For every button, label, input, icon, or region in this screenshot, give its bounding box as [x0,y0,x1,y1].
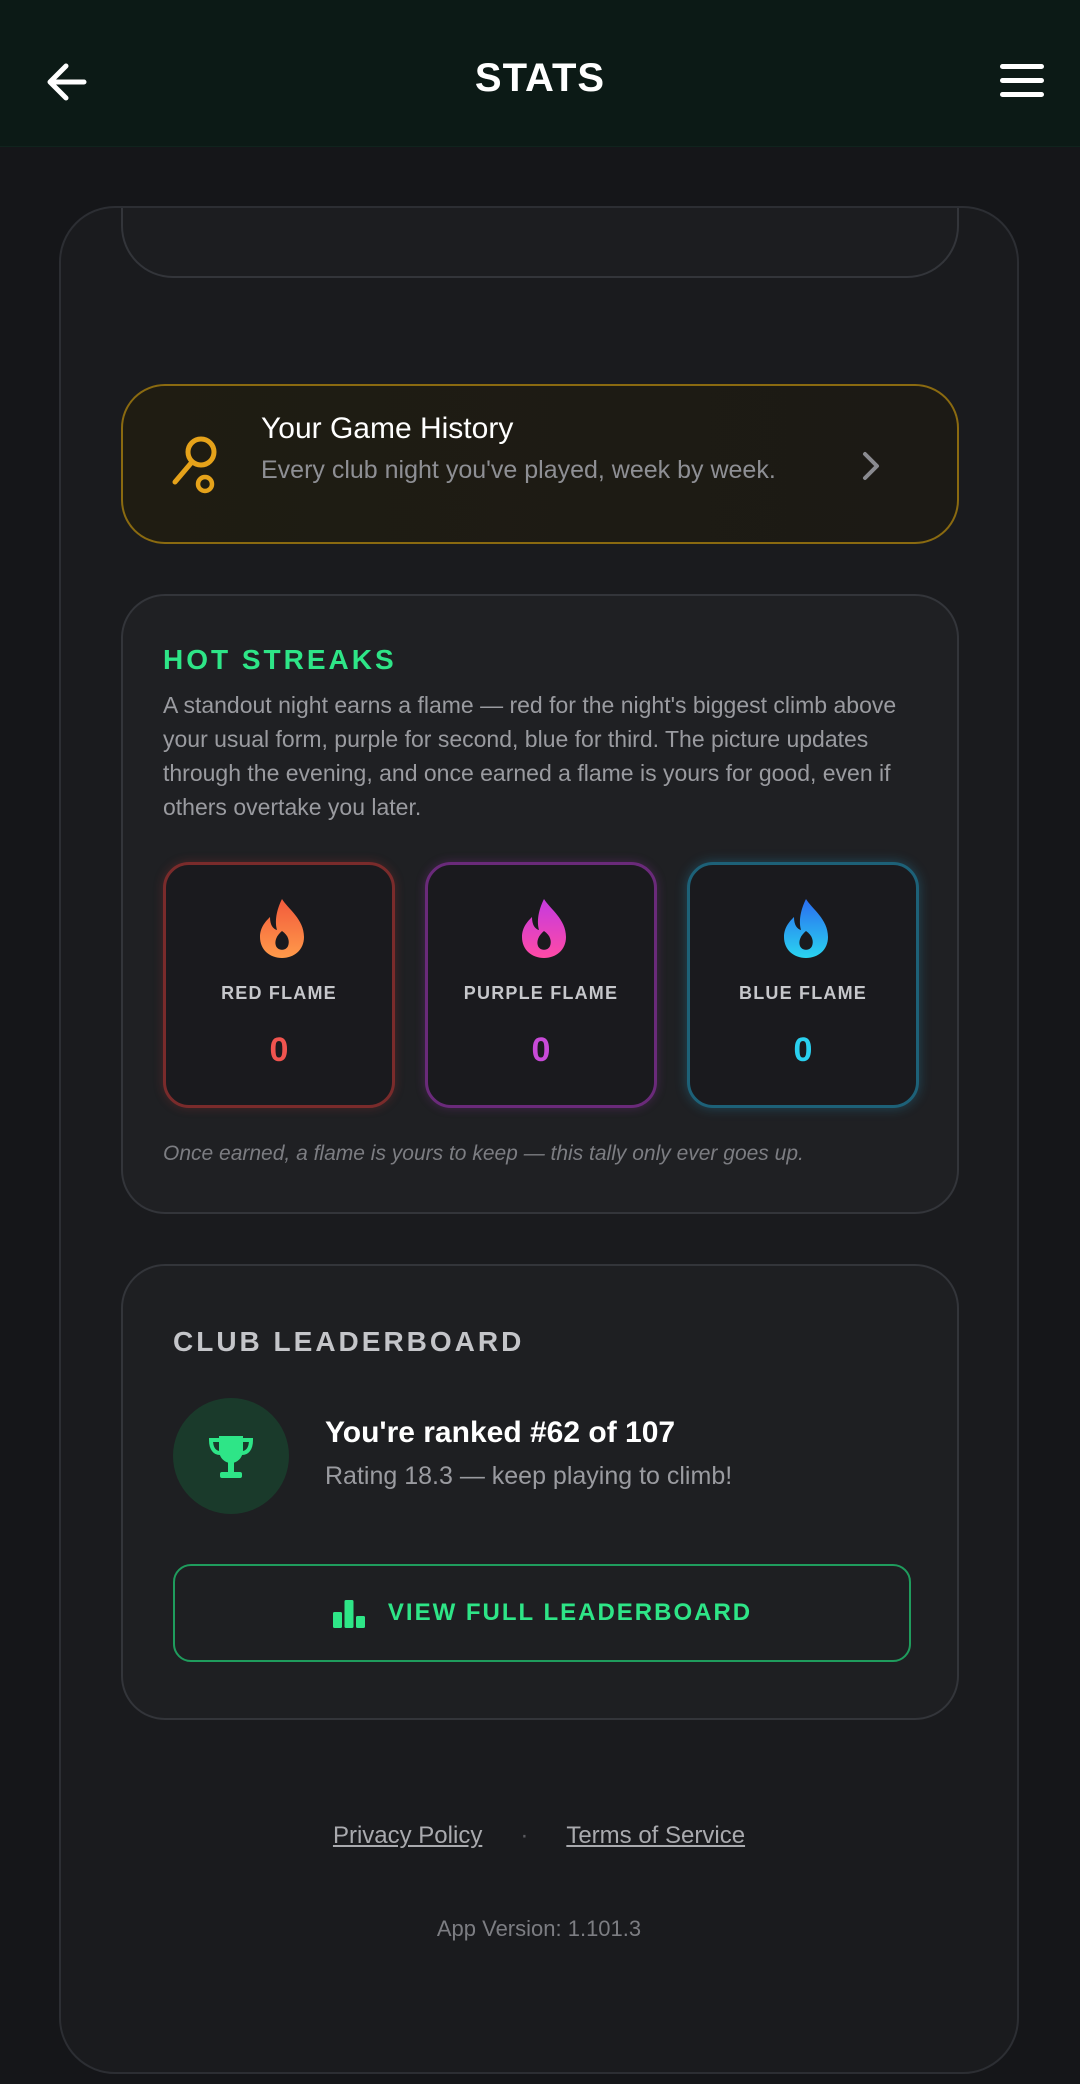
club-leaderboard-card: CLUB LEADERBOARD You're ranked #62 of 10… [121,1264,959,1720]
rank-text: You're ranked #62 of 107 [325,1416,676,1449]
game-history-card[interactable]: Your Game History Every club night you'v… [121,384,959,544]
purple-flame-count: 0 [531,1031,551,1069]
game-history-subtitle: Every club night you've played, week by … [261,456,776,484]
purple-flame-tile: PURPLE FLAME 0 [425,862,657,1108]
app-version: App Version: 1.101.3 [436,1916,642,1941]
privacy-policy-link[interactable]: Privacy Policy [333,1822,482,1849]
red-flame-icon [260,899,304,958]
page-title: STATS [474,56,606,100]
top-app-bar: STATS [0,0,1080,147]
hot-streaks-heading: HOT STREAKS [163,644,397,675]
view-full-leaderboard-button[interactable]: VIEW FULL LEADERBOARD [173,1564,911,1662]
hot-streaks-card: HOT STREAKS A standout night earns a fla… [121,594,959,1214]
trophy-badge [173,1398,289,1514]
blue-flame-label: BLUE FLAME [739,983,867,1003]
view-full-leaderboard-label: VIEW FULL LEADERBOARD [387,1599,753,1626]
footer-links: Privacy Policy · Terms of Service [61,1822,1017,1850]
hot-streaks-description: A standout night earns a flame — red for… [163,692,897,820]
trophy-icon [208,1436,254,1478]
content-frame: Your Game History Every club night you'v… [59,206,1019,2074]
game-history-title: Your Game History [261,412,514,445]
rating-text: Rating 18.3 — keep playing to climb! [325,1462,733,1490]
red-flame-label: RED FLAME [221,983,337,1003]
purple-flame-icon [522,899,566,958]
previous-card-bottom [121,208,959,278]
terms-of-service-link[interactable]: Terms of Service [566,1822,745,1849]
purple-flame-label: PURPLE FLAME [463,983,619,1003]
blue-flame-tile: BLUE FLAME 0 [687,862,919,1108]
red-flame-tile: RED FLAME 0 [163,862,395,1108]
chevron-right-icon [863,452,879,480]
hamburger-menu-icon[interactable] [992,56,1052,106]
leaderboard-heading: CLUB LEADERBOARD [173,1326,525,1357]
blue-flame-count: 0 [793,1031,813,1069]
bar-chart-icon [332,1600,365,1628]
hot-streaks-note: Once earned, a flame is yours to keep — … [163,1142,804,1165]
racket-icon [172,436,217,494]
red-flame-count: 0 [269,1031,289,1069]
footer-separator: · [520,1822,529,1849]
blue-flame-icon [784,899,828,958]
